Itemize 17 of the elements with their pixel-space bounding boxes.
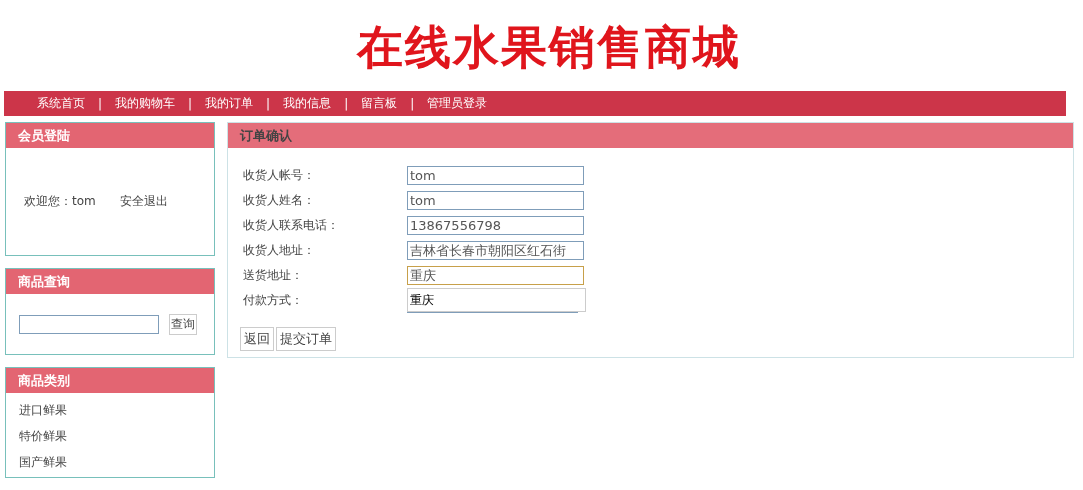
field-label: 收货人联系电话：	[243, 217, 340, 234]
field-label: 收货人地址：	[243, 242, 316, 259]
field-label: 收货人帐号：	[243, 167, 316, 184]
nav-separator: |	[410, 96, 415, 111]
field-label: 收货人姓名：	[243, 192, 316, 209]
nav-separator: |	[188, 96, 193, 111]
panel-title: 会员登陆	[6, 123, 214, 148]
field-label: 送货地址：	[243, 267, 304, 284]
panel-title: 订单确认	[228, 123, 1073, 148]
welcome-text: 欢迎您：tom	[24, 193, 96, 210]
nav-separator: |	[266, 96, 271, 111]
nav-separator: |	[98, 96, 103, 111]
panel-title: 商品查询	[6, 269, 214, 294]
field-label: 付款方式：	[243, 292, 304, 309]
nav-separator: |	[344, 96, 349, 111]
panel-title: 商品类别	[6, 368, 214, 393]
site-logo: 在线水果销售商城	[356, 19, 741, 75]
